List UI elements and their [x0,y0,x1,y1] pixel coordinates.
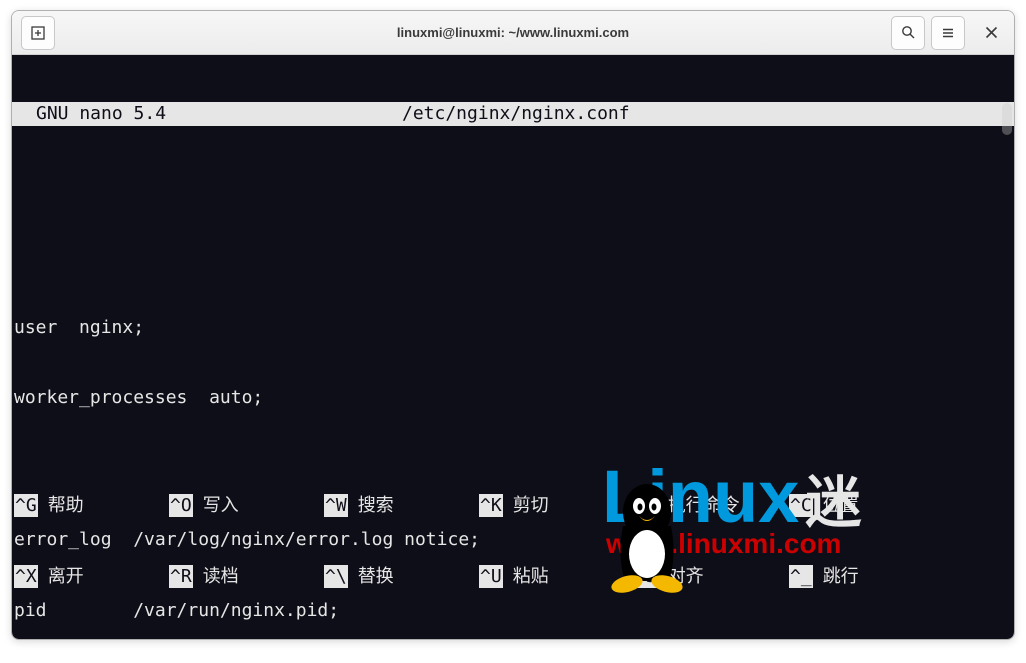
shortcut-writeout[interactable]: ^O 写入 [169,494,324,517]
key: ^W [324,494,348,517]
label: 剪切 [513,494,549,517]
shortcut-exit[interactable]: ^X 离开 [14,565,169,588]
key: ^K [479,494,503,517]
label: 粘贴 [513,565,549,588]
editor-line [14,245,1012,269]
shortcut-cut[interactable]: ^K 剪切 [479,494,634,517]
nano-title-bar: GNU nano 5.4 /etc/nginx/nginx.conf [12,102,1014,126]
shortcut-row: ^G 帮助 ^O 写入 ^W 搜索 ^K 剪切 ^T 执行命令 ^C 位置 [14,493,1012,517]
nano-file-path: /etc/nginx/nginx.conf [402,102,630,125]
window-title: linuxmi@linuxmi: ~/www.linuxmi.com [397,25,629,40]
label: 读档 [203,565,239,588]
editor-line: user nginx; [14,316,1012,340]
key: ^U [479,565,503,588]
label: 位置 [823,494,859,517]
label: 执行命令 [668,494,740,517]
hamburger-menu-button[interactable] [931,16,965,50]
key: ^\ [324,565,348,588]
scrollbar-thumb[interactable] [1002,103,1012,135]
label: 跳行 [823,565,859,588]
label: 离开 [48,565,84,588]
label: 写入 [203,494,239,517]
key: ^O [169,494,193,517]
terminal-body[interactable]: GNU nano 5.4 /etc/nginx/nginx.conf user … [12,55,1014,639]
key: ^T [634,494,658,517]
key: ^_ [789,565,813,588]
label: 对齐 [668,565,704,588]
key: ^C [789,494,813,517]
shortcut-justify[interactable]: ^J 对齐 [634,565,789,588]
search-button[interactable] [891,16,925,50]
close-button[interactable] [974,16,1008,50]
titlebar: linuxmi@linuxmi: ~/www.linuxmi.com [12,11,1014,55]
editor-line: worker_processes auto; [14,386,1012,410]
key: ^J [634,565,658,588]
shortcut-location[interactable]: ^C 位置 [789,494,944,517]
shortcut-execute[interactable]: ^T 执行命令 [634,494,789,517]
titlebar-right [888,16,1008,50]
shortcut-replace[interactable]: ^\ 替换 [324,565,479,588]
terminal-window: linuxmi@linuxmi: ~/www.linuxmi.com GNU n… [11,10,1015,640]
new-tab-button[interactable] [21,16,55,50]
shortcut-goto[interactable]: ^_ 跳行 [789,565,944,588]
shortcut-row: ^X 离开 ^R 读档 ^\ 替换 ^U 粘贴 ^J 对齐 ^_ 跳行 [14,564,1012,588]
key: ^R [169,565,193,588]
label: 搜索 [358,494,394,517]
shortcut-paste[interactable]: ^U 粘贴 [479,565,634,588]
label: 替换 [358,565,394,588]
nano-shortcut-bar: ^G 帮助 ^O 写入 ^W 搜索 ^K 剪切 ^T 执行命令 ^C 位置 ^X 离开 ^R 读… [12,447,1014,639]
label: 帮助 [48,494,84,517]
key: ^X [14,565,38,588]
nano-app-name: GNU nano 5.4 [36,102,166,125]
shortcut-help[interactable]: ^G 帮助 [14,494,169,517]
shortcut-search[interactable]: ^W 搜索 [324,494,479,517]
key: ^G [14,494,38,517]
shortcut-read[interactable]: ^R 读档 [169,565,324,588]
